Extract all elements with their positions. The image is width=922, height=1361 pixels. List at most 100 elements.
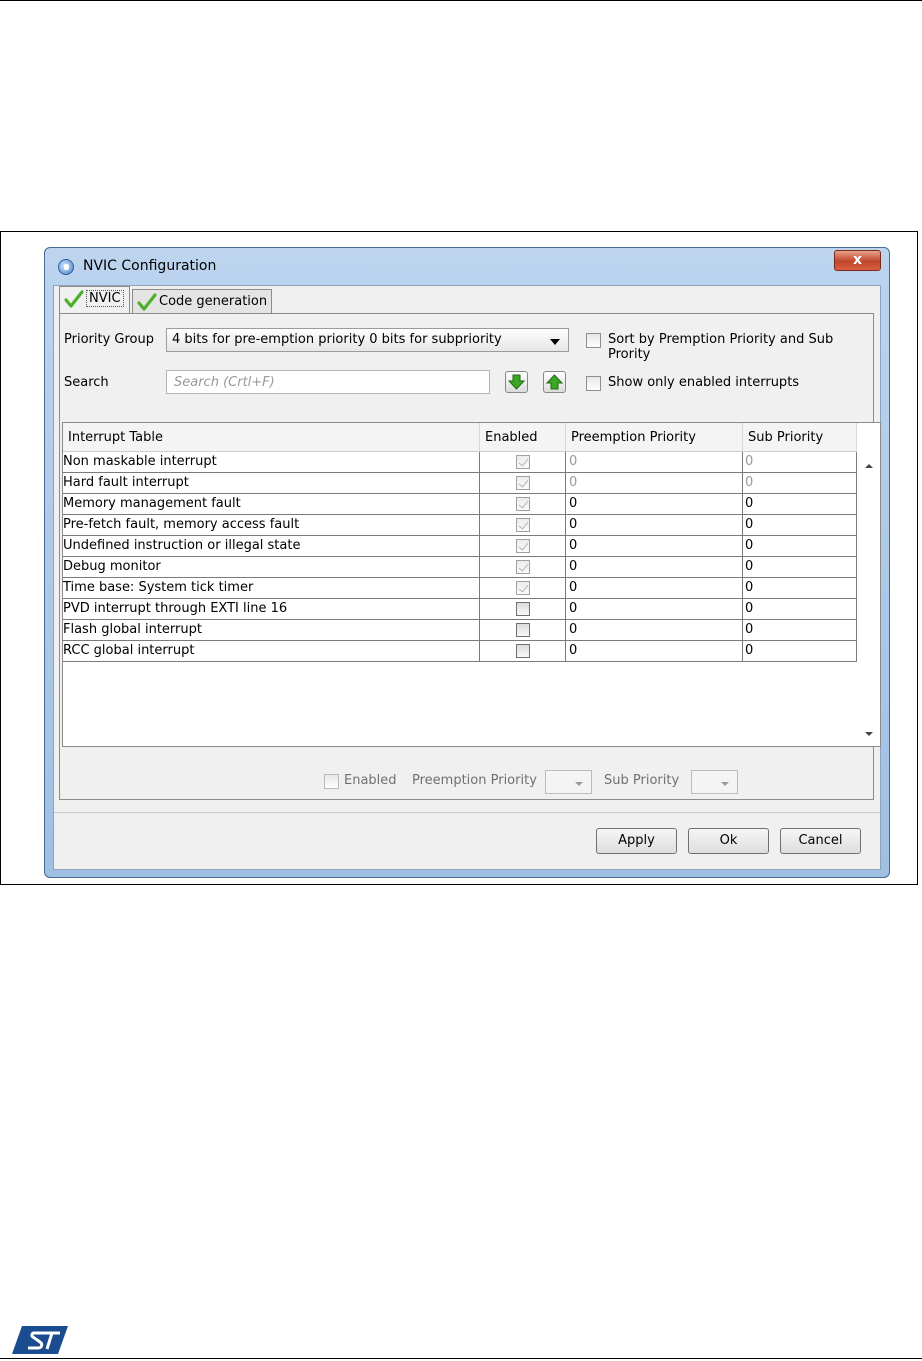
enabled-checkbox[interactable] bbox=[516, 623, 530, 637]
sub-priority-cell[interactable]: 0 bbox=[743, 536, 857, 557]
tab-nvic[interactable]: NVIC bbox=[59, 286, 130, 314]
detail-sub-label: Sub Priority bbox=[604, 773, 680, 788]
enabled-checkbox bbox=[516, 455, 530, 469]
arrow-up-icon bbox=[545, 374, 564, 390]
enabled-cell bbox=[480, 599, 566, 620]
interrupt-name: Debug monitor bbox=[63, 557, 480, 578]
table-row[interactable]: RCC global interrupt 0 0 bbox=[63, 641, 857, 662]
tab-code-generation[interactable]: Code generation bbox=[132, 289, 272, 314]
st-logo bbox=[12, 1326, 68, 1354]
sub-priority-cell[interactable]: 0 bbox=[743, 452, 857, 473]
sort-checkbox[interactable] bbox=[586, 333, 601, 348]
table-row[interactable]: Non maskable interrupt 0 0 bbox=[63, 452, 857, 473]
priority-group-select[interactable]: 4 bits for pre-emption priority 0 bits f… bbox=[166, 328, 569, 352]
interrupt-name: Flash global interrupt bbox=[63, 620, 480, 641]
search-previous-button[interactable] bbox=[543, 371, 566, 393]
detail-preemption-label: Preemption Priority bbox=[412, 773, 537, 788]
table-row[interactable]: Time base: System tick timer 0 0 bbox=[63, 578, 857, 599]
sub-priority-cell[interactable]: 0 bbox=[743, 620, 857, 641]
scroll-down-icon[interactable] bbox=[865, 732, 873, 736]
search-label: Search bbox=[64, 375, 109, 390]
enabled-cell bbox=[480, 473, 566, 494]
enabled-checkbox bbox=[516, 581, 530, 595]
sub-priority-cell[interactable]: 0 bbox=[743, 599, 857, 620]
page-top-rule bbox=[0, 0, 922, 1]
sub-priority-cell[interactable]: 0 bbox=[743, 494, 857, 515]
preemption-priority-cell[interactable]: 0 bbox=[566, 452, 743, 473]
table-row[interactable]: Pre-fetch fault, memory access fault 0 0 bbox=[63, 515, 857, 536]
interrupt-name: Pre-fetch fault, memory access fault bbox=[63, 515, 480, 536]
preemption-priority-cell[interactable]: 0 bbox=[566, 515, 743, 536]
table-row[interactable]: Undefined instruction or illegal state 0 0 bbox=[63, 536, 857, 557]
title-bar[interactable]: NVIC Configuration x bbox=[45, 248, 889, 285]
preemption-priority-cell[interactable]: 0 bbox=[566, 494, 743, 515]
cancel-button[interactable]: Cancel bbox=[780, 828, 861, 854]
enabled-cell bbox=[480, 641, 566, 662]
sub-priority-cell[interactable]: 0 bbox=[743, 473, 857, 494]
enabled-checkbox bbox=[516, 497, 530, 511]
arrow-down-icon bbox=[507, 374, 526, 390]
priority-group-value: 4 bits for pre-emption priority 0 bits f… bbox=[172, 332, 502, 347]
table-row[interactable]: Debug monitor 0 0 bbox=[63, 557, 857, 578]
enabled-checkbox bbox=[516, 539, 530, 553]
sub-priority-cell[interactable]: 0 bbox=[743, 578, 857, 599]
page-bottom-rule bbox=[0, 1358, 922, 1359]
enabled-checkbox[interactable] bbox=[516, 602, 530, 616]
preemption-priority-cell[interactable]: 0 bbox=[566, 620, 743, 641]
show-enabled-label: Show only enabled interrupts bbox=[608, 375, 800, 390]
preemption-priority-cell[interactable]: 0 bbox=[566, 557, 743, 578]
table-header: Interrupt Table Enabled Preemption Prior… bbox=[63, 423, 857, 452]
chevron-down-icon bbox=[550, 339, 560, 345]
apply-button[interactable]: Apply bbox=[596, 828, 677, 854]
interrupt-name: Hard fault interrupt bbox=[63, 473, 480, 494]
ok-button[interactable]: Ok bbox=[688, 828, 769, 854]
column-header-sub-priority[interactable]: Sub Priority bbox=[743, 423, 857, 452]
enabled-checkbox[interactable] bbox=[516, 644, 530, 658]
sub-priority-cell[interactable]: 0 bbox=[743, 515, 857, 536]
enabled-cell bbox=[480, 515, 566, 536]
detail-enabled-checkbox[interactable] bbox=[324, 774, 339, 789]
enabled-cell bbox=[480, 620, 566, 641]
enabled-checkbox bbox=[516, 518, 530, 532]
preemption-priority-cell[interactable]: 0 bbox=[566, 536, 743, 557]
close-button[interactable]: x bbox=[834, 250, 881, 271]
enabled-cell bbox=[480, 494, 566, 515]
nvic-tab-panel: Priority Group 4 bits for pre-emption pr… bbox=[59, 313, 881, 800]
interrupt-name: Undefined instruction or illegal state bbox=[63, 536, 480, 557]
detail-sub-select[interactable] bbox=[691, 770, 738, 794]
shield-icon bbox=[58, 259, 74, 275]
table-scrollbar[interactable] bbox=[858, 452, 880, 744]
enabled-cell bbox=[480, 452, 566, 473]
table-row[interactable]: Hard fault interrupt 0 0 bbox=[63, 473, 857, 494]
preemption-priority-cell[interactable]: 0 bbox=[566, 473, 743, 494]
show-enabled-checkbox[interactable] bbox=[586, 376, 601, 391]
column-header-interrupt-table[interactable]: Interrupt Table bbox=[63, 423, 480, 452]
interrupt-table: Interrupt Table Enabled Preemption Prior… bbox=[62, 422, 881, 747]
scroll-up-icon[interactable] bbox=[865, 464, 873, 468]
table-row[interactable]: Flash global interrupt 0 0 bbox=[63, 620, 857, 641]
priority-group-label: Priority Group bbox=[64, 332, 154, 347]
enabled-checkbox bbox=[516, 476, 530, 490]
table-row[interactable]: PVD interrupt through EXTI line 16 0 0 bbox=[63, 599, 857, 620]
dialog-body: NVIC Code generation Priority Group 4 bi… bbox=[53, 285, 881, 870]
preemption-priority-cell[interactable]: 0 bbox=[566, 641, 743, 662]
sub-priority-cell[interactable]: 0 bbox=[743, 641, 857, 662]
preemption-priority-cell[interactable]: 0 bbox=[566, 599, 743, 620]
checkmark-icon bbox=[64, 289, 84, 308]
preemption-priority-cell[interactable]: 0 bbox=[566, 578, 743, 599]
column-header-preemption-priority[interactable]: Preemption Priority bbox=[566, 423, 743, 452]
tab-label: NVIC bbox=[86, 290, 124, 307]
interrupt-name: Non maskable interrupt bbox=[63, 452, 480, 473]
nvic-configuration-dialog: NVIC Configuration x NVIC Code generatio… bbox=[44, 247, 890, 878]
column-header-enabled[interactable]: Enabled bbox=[480, 423, 566, 452]
interrupt-name: Memory management fault bbox=[63, 494, 480, 515]
window-title: NVIC Configuration bbox=[83, 258, 217, 274]
enabled-cell bbox=[480, 536, 566, 557]
search-input[interactable] bbox=[166, 370, 490, 394]
search-next-button[interactable] bbox=[505, 371, 528, 393]
table-body: Non maskable interrupt 0 0 Hard fault inter… bbox=[63, 452, 857, 662]
enabled-cell bbox=[480, 557, 566, 578]
detail-preemption-select[interactable] bbox=[545, 770, 592, 794]
sub-priority-cell[interactable]: 0 bbox=[743, 557, 857, 578]
table-row[interactable]: Memory management fault 0 0 bbox=[63, 494, 857, 515]
